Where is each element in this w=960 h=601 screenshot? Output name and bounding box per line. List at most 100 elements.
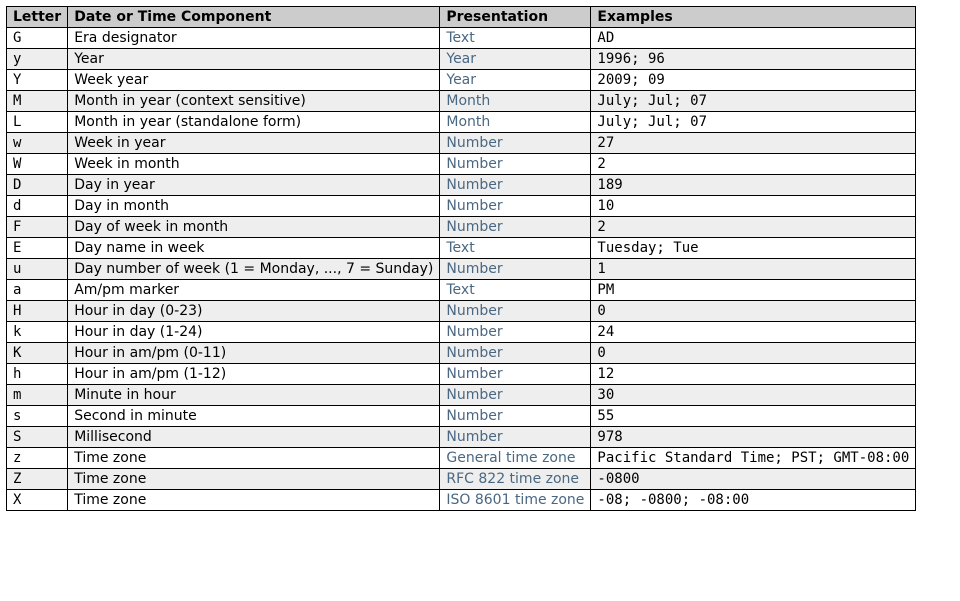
presentation-link[interactable]: Year [446, 51, 476, 67]
table-row: wWeek in yearNumber27 [7, 133, 916, 154]
presentation-link[interactable]: Text [446, 240, 474, 256]
cell-component: Day in month [68, 196, 440, 217]
cell-component: Hour in am/pm (1-12) [68, 364, 440, 385]
cell-letter: w [7, 133, 68, 154]
table-row: KHour in am/pm (0-11)Number0 [7, 343, 916, 364]
cell-presentation: Month [440, 112, 591, 133]
table-row: FDay of week in monthNumber2 [7, 217, 916, 238]
cell-component: Day number of week (1 = Monday, ..., 7 =… [68, 259, 440, 280]
presentation-link[interactable]: Number [446, 198, 502, 214]
cell-component: Time zone [68, 469, 440, 490]
presentation-link[interactable]: Month [446, 114, 490, 130]
cell-component: Month in year (context sensitive) [68, 91, 440, 112]
table-row: hHour in am/pm (1-12)Number12 [7, 364, 916, 385]
cell-examples: -08; -0800; -08:00 [591, 490, 916, 511]
cell-examples: 0 [591, 301, 916, 322]
table-row: ZTime zone RFC 822 time zone -0800 [7, 469, 916, 490]
table-row: DDay in yearNumber189 [7, 175, 916, 196]
cell-presentation: Number [440, 217, 591, 238]
table-row: LMonth in year (standalone form)MonthJul… [7, 112, 916, 133]
presentation-link[interactable]: Number [446, 156, 502, 172]
table-row: aAm/pm markerTextPM [7, 280, 916, 301]
presentation-link[interactable]: Number [446, 429, 502, 445]
presentation-link[interactable]: Number [446, 219, 502, 235]
col-header-presentation: Presentation [440, 7, 591, 28]
cell-presentation: RFC 822 time zone [440, 469, 591, 490]
cell-presentation: Number [440, 385, 591, 406]
presentation-link[interactable]: General time zone [446, 450, 575, 466]
presentation-link[interactable]: Month [446, 93, 490, 109]
table-row: dDay in monthNumber10 [7, 196, 916, 217]
cell-letter: L [7, 112, 68, 133]
presentation-link[interactable]: ISO 8601 time zone [446, 492, 584, 508]
cell-letter: D [7, 175, 68, 196]
cell-examples: 30 [591, 385, 916, 406]
cell-examples: Tuesday; Tue [591, 238, 916, 259]
cell-examples: 2009; 09 [591, 70, 916, 91]
cell-component: Hour in day (0-23) [68, 301, 440, 322]
table-header-row: Letter Date or Time Component Presentati… [7, 7, 916, 28]
cell-presentation: Number [440, 343, 591, 364]
table-row: MMonth in year (context sensitive) Month J… [7, 91, 916, 112]
cell-examples: July; Jul; 07 [591, 91, 916, 112]
cell-examples: 2 [591, 154, 916, 175]
cell-component: Time zone [68, 448, 440, 469]
presentation-link[interactable]: Number [446, 345, 502, 361]
cell-component: Millisecond [68, 427, 440, 448]
cell-letter: Z [7, 469, 68, 490]
presentation-link[interactable]: Year [446, 72, 476, 88]
table-row: YWeek year Year 2009; 09 [7, 70, 916, 91]
presentation-link[interactable]: Text [446, 30, 474, 46]
cell-component: Era designator [68, 28, 440, 49]
cell-presentation: General time zone [440, 448, 591, 469]
cell-component: Hour in am/pm (0-11) [68, 343, 440, 364]
cell-letter: k [7, 322, 68, 343]
col-header-examples: Examples [591, 7, 916, 28]
presentation-link[interactable]: Text [446, 282, 474, 298]
presentation-link[interactable]: RFC 822 time zone [446, 471, 579, 487]
cell-letter: M [7, 91, 68, 112]
cell-presentation: Number [440, 322, 591, 343]
cell-presentation: Number [440, 175, 591, 196]
cell-component: Week year [68, 70, 440, 91]
cell-component: Minute in hour [68, 385, 440, 406]
presentation-link[interactable]: Number [446, 177, 502, 193]
cell-component: Am/pm marker [68, 280, 440, 301]
table-row: mMinute in hour Number 30 [7, 385, 916, 406]
cell-letter: Y [7, 70, 68, 91]
cell-component: Day of week in month [68, 217, 440, 238]
cell-component: Year [68, 49, 440, 70]
cell-component: Hour in day (1-24) [68, 322, 440, 343]
cell-examples: 978 [591, 427, 916, 448]
cell-letter: E [7, 238, 68, 259]
cell-letter: G [7, 28, 68, 49]
presentation-link[interactable]: Number [446, 366, 502, 382]
presentation-link[interactable]: Number [446, 135, 502, 151]
presentation-link[interactable]: Number [446, 408, 502, 424]
table-row: WWeek in monthNumber2 [7, 154, 916, 175]
table-row: zTime zoneGeneral time zonePacific Stand… [7, 448, 916, 469]
cell-letter: s [7, 406, 68, 427]
cell-presentation: Text [440, 280, 591, 301]
table-row: XTime zoneISO 8601 time zone-08; -0800; … [7, 490, 916, 511]
cell-presentation: Month [440, 91, 591, 112]
presentation-link[interactable]: Number [446, 324, 502, 340]
cell-examples: 55 [591, 406, 916, 427]
cell-examples: -0800 [591, 469, 916, 490]
cell-letter: S [7, 427, 68, 448]
cell-component: Second in minute [68, 406, 440, 427]
cell-presentation: Number [440, 406, 591, 427]
cell-letter: d [7, 196, 68, 217]
cell-letter: m [7, 385, 68, 406]
cell-examples: 2 [591, 217, 916, 238]
presentation-link[interactable]: Number [446, 261, 502, 277]
presentation-link[interactable]: Number [446, 303, 502, 319]
cell-letter: z [7, 448, 68, 469]
cell-letter: H [7, 301, 68, 322]
cell-presentation: Year [440, 49, 591, 70]
cell-component: Day name in week [68, 238, 440, 259]
cell-examples: 189 [591, 175, 916, 196]
col-header-letter: Letter [7, 7, 68, 28]
col-header-component: Date or Time Component [68, 7, 440, 28]
presentation-link[interactable]: Number [446, 387, 502, 403]
